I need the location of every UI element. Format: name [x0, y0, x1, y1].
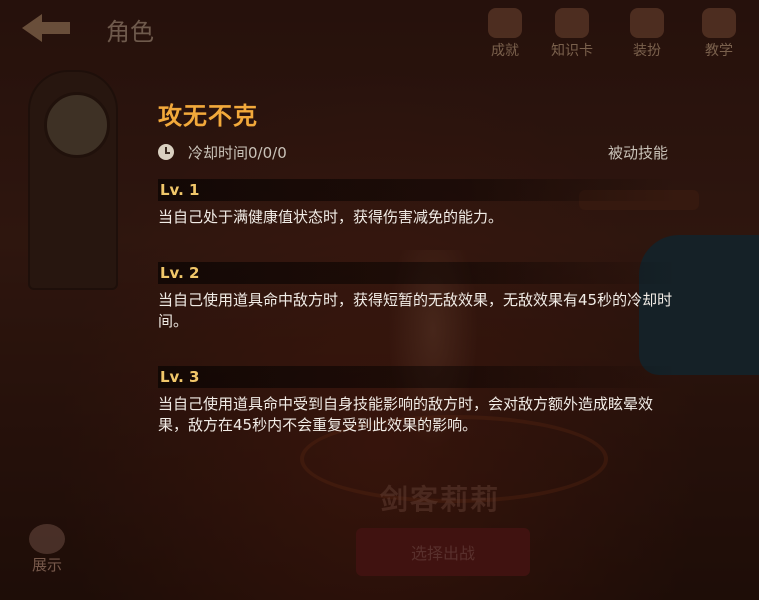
- skill-name: 攻无不克: [158, 102, 258, 130]
- level-description: 当自己使用道具命中敌方时，获得短暂的无敌效果，无敌效果有45秒的冷却时间。: [158, 291, 673, 330]
- nav-wardrobe[interactable]: 装扮: [622, 8, 672, 60]
- skill-meta: 冷却时间0/0/0 被动技能: [158, 141, 678, 163]
- level-description: 当自己使用道具命中受到自身技能影响的敌方时，会对敌方额外造成眩晕效果，敌方在45…: [158, 395, 654, 434]
- card-icon: [555, 8, 589, 38]
- heart-icon: [29, 524, 65, 554]
- trophy-icon: [488, 8, 522, 38]
- skill-level-3: Lv. 3 当自己使用道具命中受到自身技能影响的敌方时，会对敌方额外造成眩晕效果…: [158, 366, 678, 436]
- nav-label: 教学: [705, 43, 733, 59]
- nav-achievements[interactable]: 成就: [480, 8, 530, 60]
- nav-tutorial[interactable]: 教学: [694, 8, 744, 60]
- level-label: Lv. 1: [158, 179, 678, 201]
- wardrobe-icon: [630, 8, 664, 38]
- level-label: Lv. 2: [158, 262, 678, 284]
- skill-type: 被动技能: [607, 143, 668, 162]
- page-title: 角色: [106, 18, 154, 46]
- show-button[interactable]: 展示: [24, 524, 70, 575]
- skill-detail-panel: 攻无不克 冷却时间0/0/0 被动技能 Lv. 1 当自己处于满健康值状态时，获…: [158, 96, 678, 436]
- nav-label: 成就: [491, 43, 519, 59]
- clock-icon: [158, 144, 174, 160]
- show-label: 展示: [31, 556, 62, 574]
- skill-level-1: Lv. 1 当自己处于满健康值状态时，获得伤害减免的能力。: [158, 179, 678, 228]
- nav-label: 装扮: [633, 43, 661, 59]
- book-icon: [702, 8, 736, 38]
- back-arrow-icon[interactable]: [18, 8, 78, 48]
- level-description: 当自己处于满健康值状态时，获得伤害减免的能力。: [158, 208, 504, 226]
- cooldown-text: 冷却时间0/0/0: [188, 143, 287, 162]
- nav-knowledge-card[interactable]: 知识卡: [547, 8, 597, 60]
- level-label: Lv. 3: [158, 366, 678, 388]
- skill-level-2: Lv. 2 当自己使用道具命中敌方时，获得短暂的无敌效果，无敌效果有45秒的冷却…: [158, 262, 678, 332]
- nav-label: 知识卡: [551, 43, 593, 59]
